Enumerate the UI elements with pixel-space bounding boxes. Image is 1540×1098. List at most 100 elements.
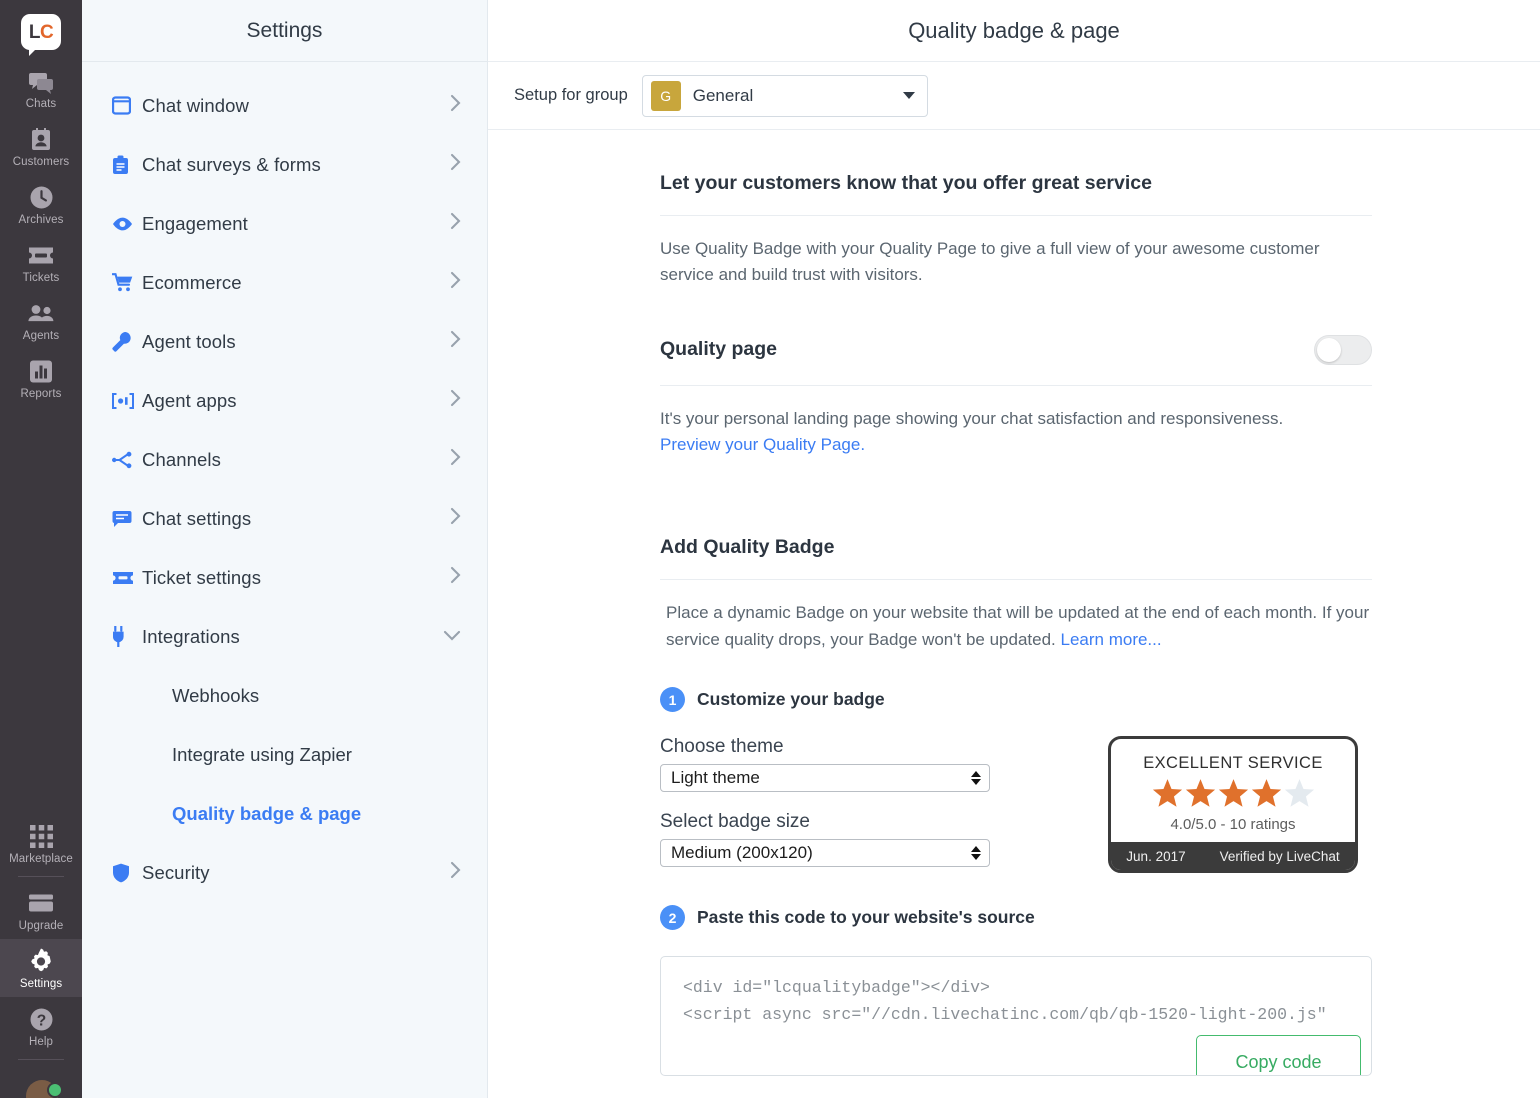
choose-theme-value: Light theme [671, 768, 760, 788]
sidebar-label: Ecommerce [142, 271, 242, 293]
rail-item-settings[interactable]: Settings [0, 939, 82, 997]
quality-page-toggle[interactable] [1314, 334, 1372, 365]
group-selector-label: Setup for group [514, 86, 628, 104]
add-badge-body: Place a dynamic Badge on your website th… [666, 603, 1370, 649]
sidebar-label: Chat settings [142, 507, 252, 529]
chat-window-icon [112, 96, 142, 115]
sidebar-item-security[interactable]: Security [82, 843, 487, 902]
step-2-title: Paste this code to your website's source [697, 907, 1035, 928]
embed-code-line-2: <script async src="//cdn.livechatinc.com… [683, 1004, 1327, 1024]
chevron-right-icon [450, 330, 461, 353]
chevron-right-icon [450, 448, 461, 471]
copy-code-button[interactable]: Copy code [1196, 1035, 1361, 1076]
rail-item-help[interactable]: ? Help [0, 997, 82, 1055]
chevron-right-icon [450, 153, 461, 176]
choose-theme-label: Choose theme [660, 736, 784, 758]
quality-page-description: It's your personal landing page showing … [660, 408, 1284, 428]
rail-item-agents[interactable]: Agents [0, 291, 82, 349]
learn-more-link[interactable]: Learn more... [1061, 630, 1162, 649]
sidebar-item-channels[interactable]: Channels [82, 430, 487, 489]
rail-label-marketplace: Marketplace [9, 853, 73, 865]
sidebar-item-chat-window[interactable]: Chat window [82, 76, 487, 135]
sidebar-subitem-webhooks[interactable]: Webhooks [82, 666, 487, 725]
rail-label-archives: Archives [18, 214, 64, 226]
rail-label-upgrade: Upgrade [18, 920, 64, 932]
marketplace-grid-icon [29, 825, 53, 848]
sidebar-item-agent-tools[interactable]: Agent tools [82, 312, 487, 371]
rail-item-marketplace[interactable]: Marketplace [0, 814, 82, 872]
rail-item-chats[interactable]: Chats [0, 59, 82, 117]
main-header: Quality badge & page [488, 0, 1540, 62]
badge-rating-text: 4.0/5.0 - 10 ratings [1170, 816, 1296, 834]
star-icon-filled [1152, 779, 1182, 807]
app-window: LC Chats Customers Archives Tickets Agen… [0, 0, 1540, 1098]
badge-star-rating [1111, 773, 1355, 813]
sidebar-subitem-integrate-using-zapier[interactable]: Integrate using Zapier [82, 725, 487, 784]
rail-label-settings: Settings [19, 978, 63, 990]
choose-theme-select[interactable]: Light theme [660, 764, 990, 793]
spinner-arrows-icon [971, 846, 981, 861]
intro-section-title: Let your customers know that you offer g… [660, 172, 1152, 194]
sidebar-item-engagement[interactable]: Engagement [82, 194, 487, 253]
rail-label-help: Help [28, 1036, 54, 1048]
gear-icon [31, 948, 51, 972]
chats-icon [28, 68, 54, 95]
wrench-icon [112, 331, 142, 352]
spinner-arrows-icon [971, 771, 981, 786]
logo-letter-c: C [39, 21, 54, 43]
chevron-right-icon [450, 861, 461, 884]
embed-code-box[interactable]: <div id="lcqualitybadge"></div> <script … [660, 956, 1372, 1077]
chevron-right-icon [450, 507, 461, 530]
settings-sidebar: Settings Chat window Chat surveys & form… [82, 0, 488, 1098]
shield-icon [112, 863, 142, 883]
sidebar-label: Channels [142, 448, 221, 470]
sidebar-label: Integrations [142, 625, 240, 647]
sidebar-item-chat-surveys-forms[interactable]: Chat surveys & forms [82, 135, 487, 194]
primary-nav-rail: LC Chats Customers Archives Tickets Agen… [0, 0, 82, 1098]
step-2-header: 2 Paste this code to your website's sour… [660, 905, 1372, 931]
chevron-right-icon [450, 212, 461, 235]
badge-verified: Verified by LiveChat [1219, 848, 1340, 864]
upgrade-card-icon [29, 894, 53, 912]
badge-headline: EXCELLENT SERVICE [1143, 754, 1323, 773]
settings-nav-list: Chat window Chat surveys & forms Engagem… [82, 62, 487, 902]
svg-text:?: ? [36, 1012, 45, 1029]
sidebar-item-ecommerce[interactable]: Ecommerce [82, 253, 487, 312]
rail-item-tickets[interactable]: Tickets [0, 233, 82, 291]
quality-page-description-block: It's your personal landing page showing … [660, 386, 1372, 459]
badge-preview-top: EXCELLENT SERVICE 4.0/5.0 - 10 ratings [1111, 739, 1355, 842]
rail-item-customers[interactable]: Customers [0, 117, 82, 175]
select-badge-size-label: Select badge size [660, 811, 810, 833]
chevron-right-icon [450, 566, 461, 589]
settings-sidebar-header: Settings [82, 0, 487, 62]
rail-item-upgrade[interactable]: Upgrade [0, 881, 82, 939]
agent-avatar-area[interactable] [0, 1064, 82, 1098]
select-badge-size-select[interactable]: Medium (200x120) [660, 839, 990, 868]
badge-date: Jun. 2017 [1126, 848, 1186, 864]
rail-item-reports[interactable]: Reports [0, 349, 82, 407]
rail-item-archives[interactable]: Archives [0, 175, 82, 233]
sidebar-subitem-quality-badge-page[interactable]: Quality badge & page [82, 784, 487, 843]
sidebar-sublabel: Integrate using Zapier [172, 743, 352, 765]
chevron-right-icon [450, 271, 461, 294]
main-scroll-area: Let your customers know that you offer g… [488, 130, 1540, 1098]
chevron-right-icon [450, 94, 461, 117]
sidebar-item-agent-apps[interactable]: Agent apps [82, 371, 487, 430]
preview-quality-page-link[interactable]: Preview your Quality Page. [660, 435, 865, 454]
sidebar-item-ticket-settings[interactable]: Ticket settings [82, 548, 487, 607]
eye-icon [112, 217, 142, 231]
rail-label-reports: Reports [20, 388, 62, 400]
sidebar-item-integrations[interactable]: Integrations [82, 607, 487, 666]
sidebar-label: Agent tools [142, 330, 236, 352]
badge-preview-column: EXCELLENT SERVICE 4.0/5.0 - 10 ratings J… [1108, 736, 1358, 874]
sidebar-item-chat-settings[interactable]: Chat settings [82, 489, 487, 548]
rail-label-tickets: Tickets [22, 272, 60, 284]
group-select[interactable]: G General [641, 74, 928, 117]
content-column: Let your customers know that you offer g… [660, 130, 1372, 1077]
rail-divider-1 [18, 876, 64, 877]
livechat-logo[interactable]: LC [18, 9, 64, 56]
step-2-number: 2 [660, 905, 685, 931]
star-icon-filled [1185, 779, 1215, 807]
chevron-down-icon [443, 628, 461, 646]
